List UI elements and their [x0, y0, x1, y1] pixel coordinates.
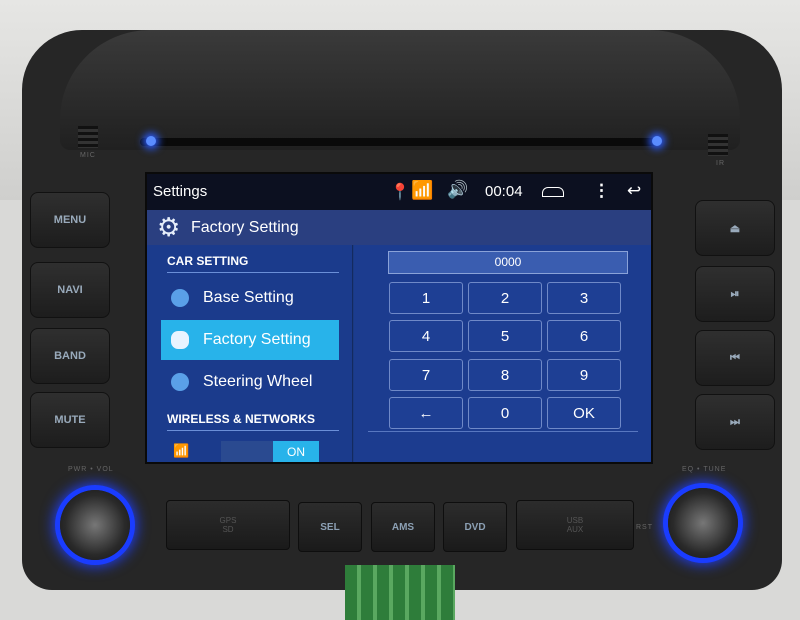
band-button[interactable]: BAND [30, 328, 110, 384]
section-car-setting: CAR SETTING [167, 254, 339, 273]
key-6[interactable]: 6 [547, 320, 621, 352]
dvd-label: DVD [464, 521, 486, 533]
key-4[interactable]: 4 [389, 320, 463, 352]
settings-icon [171, 289, 189, 307]
ir-grille [708, 134, 728, 156]
key-9[interactable]: 9 [547, 359, 621, 391]
previous-button[interactable]: ⏮ [695, 330, 775, 386]
ams-label: AMS [391, 521, 415, 533]
ok-key[interactable]: OK [547, 397, 621, 429]
key-5[interactable]: 5 [468, 320, 542, 352]
sel-button[interactable]: SEL [298, 502, 362, 552]
top-bezel [60, 30, 740, 150]
usb-label: USB [566, 516, 584, 525]
backspace-key[interactable]: ← [389, 397, 463, 429]
item-label: Factory Setting [203, 331, 311, 348]
wifi-toggle[interactable]: ON [273, 441, 319, 462]
steering-wheel-icon [171, 373, 189, 391]
mic-label: MIC [80, 152, 96, 159]
home-icon[interactable] [542, 187, 564, 197]
eject-button[interactable]: ⏏ [695, 200, 775, 256]
password-panel: 0000 1 2 3 4 5 6 7 8 9 ← 0 OK [354, 245, 651, 462]
location-icon: 📍 [390, 184, 410, 201]
touchscreen: Settings 📍 📶 🔊 00:04 ⋮ ↩ ⚙ Factory Setti… [145, 172, 653, 464]
toggle-track [221, 441, 273, 462]
circuit-board [345, 565, 455, 620]
sidebar-item-base-setting[interactable]: Base Setting [161, 278, 339, 318]
key-7[interactable]: 7 [389, 359, 463, 391]
password-field[interactable]: 0000 [388, 251, 628, 274]
wifi-icon: 📶 [173, 443, 190, 458]
previous-icon: ⏮ [730, 351, 740, 364]
mute-button[interactable]: MUTE [30, 392, 110, 448]
key-1[interactable]: 1 [389, 282, 463, 314]
key-0[interactable]: 0 [468, 397, 542, 429]
settings-sidebar: CAR SETTING Base Setting Factory Setting… [147, 245, 353, 462]
eject-icon: ⏏ [729, 222, 741, 235]
menu-icon[interactable]: ⋮ [593, 181, 610, 201]
volume-icon: 🔊 [447, 180, 469, 199]
gear-icon: ⚙ [157, 212, 181, 242]
sd-label: SD [222, 525, 234, 534]
divider [368, 431, 638, 432]
sel-label: SEL [320, 521, 340, 533]
key-3[interactable]: 3 [547, 282, 621, 314]
wifi-icon: 📶 [411, 180, 434, 200]
play-pause-icon: ⏯ [730, 287, 740, 300]
disc-slot[interactable] [140, 138, 660, 146]
next-button[interactable]: ⏭ [695, 394, 775, 450]
item-label: Base Setting [203, 289, 294, 306]
app-title: Settings [153, 183, 208, 200]
navi-button[interactable]: NAVI [30, 262, 110, 318]
section-wireless: WIRELESS & NETWORKS [167, 412, 339, 431]
sidebar-item-steering-wheel[interactable]: Steering Wheel [161, 362, 339, 402]
item-label: Steering Wheel [203, 373, 313, 390]
play-pause-button[interactable]: ⏯ [695, 266, 775, 322]
rst-button[interactable]: RST [636, 524, 653, 531]
back-icon[interactable]: ↩ [627, 181, 641, 201]
aux-label: AUX [566, 525, 584, 534]
usb-aux-cover[interactable]: USB AUX [516, 500, 634, 550]
pwr-vol-label: PWR • VOL [68, 466, 114, 473]
page-header: ⚙ Factory Setting [147, 210, 651, 245]
dvd-button[interactable]: DVD [443, 502, 507, 552]
page-title: Factory Setting [191, 219, 299, 236]
clock: 00:04 [485, 183, 523, 200]
tune-knob[interactable] [668, 488, 738, 558]
key-2[interactable]: 2 [468, 282, 542, 314]
ir-label: IR [716, 160, 725, 167]
factory-icon [171, 331, 189, 349]
led-right [652, 136, 662, 146]
gps-label: GPS [219, 516, 237, 525]
volume-knob[interactable] [60, 490, 130, 560]
key-8[interactable]: 8 [468, 359, 542, 391]
next-icon: ⏭ [730, 415, 740, 428]
eq-tune-label: EQ • TUNE [682, 466, 727, 473]
mic-grille [78, 126, 98, 148]
ams-button[interactable]: AMS [371, 502, 435, 552]
led-left [146, 136, 156, 146]
menu-button[interactable]: MENU [30, 192, 110, 248]
status-bar: Settings 📍 📶 🔊 00:04 ⋮ ↩ [147, 174, 651, 210]
sidebar-item-factory-setting[interactable]: Factory Setting [161, 320, 339, 360]
gps-sd-cover[interactable]: GPS SD [166, 500, 290, 550]
